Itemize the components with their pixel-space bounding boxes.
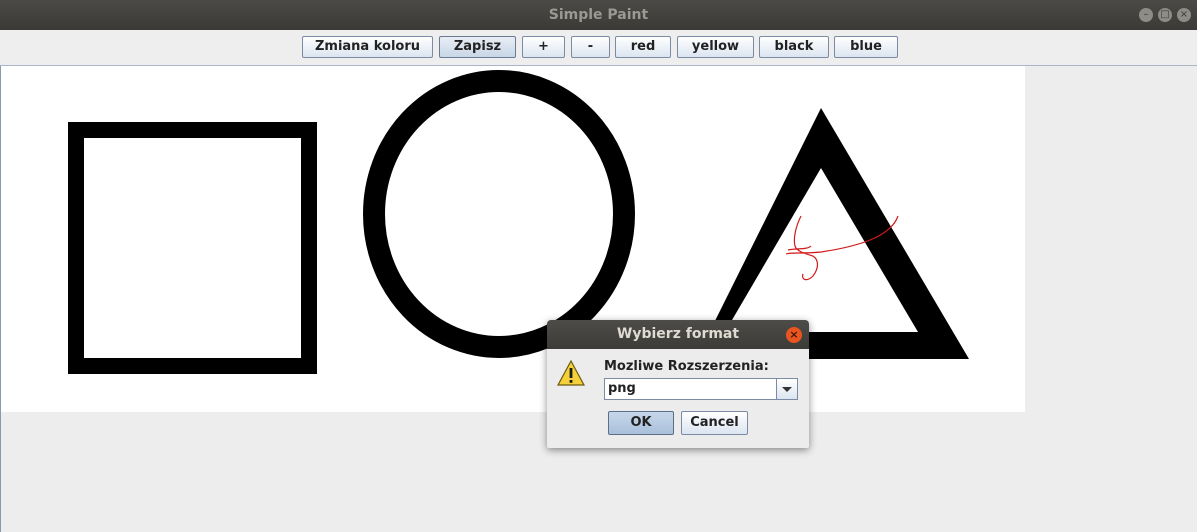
decrease-size-button[interactable]: - bbox=[571, 36, 610, 58]
save-button[interactable]: Zapisz bbox=[439, 36, 516, 58]
chevron-down-icon[interactable] bbox=[776, 379, 797, 399]
color-red-button[interactable]: red bbox=[615, 36, 671, 58]
dialog-close-icon[interactable]: × bbox=[786, 327, 802, 343]
maximize-icon[interactable]: □ bbox=[1158, 8, 1172, 22]
close-icon[interactable]: × bbox=[1177, 8, 1191, 22]
window-titlebar: Simple Paint – □ × bbox=[0, 0, 1197, 30]
color-change-button[interactable]: Zmiana koloru bbox=[302, 36, 433, 58]
extensions-label: Mozliwe Rozszerzenia: bbox=[604, 359, 769, 374]
color-black-button[interactable]: black bbox=[759, 36, 829, 58]
circle-shape bbox=[363, 70, 635, 358]
increase-size-button[interactable]: + bbox=[522, 36, 565, 58]
toolbar: Zmiana koloru Zapisz + - red yellow blac… bbox=[0, 30, 1197, 65]
dialog-title: Wybierz format bbox=[616, 326, 740, 342]
format-select-value: png bbox=[608, 381, 636, 396]
warning-icon bbox=[557, 360, 585, 386]
ok-button[interactable]: OK bbox=[608, 411, 674, 435]
format-dialog: Wybierz format × Mozliwe Rozszerzenia: p… bbox=[547, 320, 809, 448]
window-title: Simple Paint bbox=[548, 7, 649, 23]
drawing-canvas[interactable] bbox=[1, 66, 1025, 412]
minimize-icon[interactable]: – bbox=[1139, 8, 1153, 22]
color-yellow-button[interactable]: yellow bbox=[677, 36, 754, 58]
format-select[interactable]: png bbox=[604, 378, 798, 400]
canvas-drawing bbox=[68, 70, 969, 374]
dialog-titlebar: Wybierz format × bbox=[547, 320, 809, 349]
color-blue-button[interactable]: blue bbox=[834, 36, 898, 58]
cancel-button[interactable]: Cancel bbox=[681, 411, 748, 435]
square-shape bbox=[68, 122, 317, 374]
